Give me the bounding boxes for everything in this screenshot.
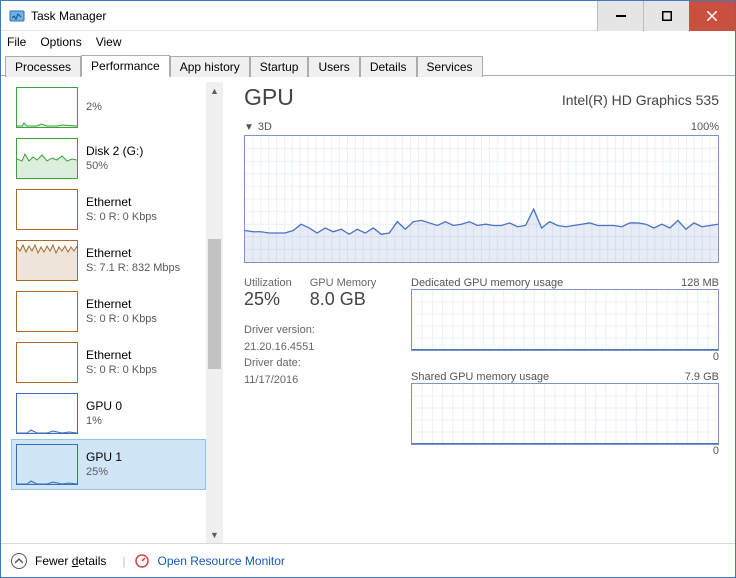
sidebar-item-sub: S: 7.1 R: 832 Mbps	[86, 261, 180, 275]
sidebar-thumb	[16, 240, 78, 281]
dedicated-mem-chart: Dedicated GPU memory usage 128 MB 0	[411, 277, 719, 363]
scroll-track[interactable]	[206, 99, 223, 526]
page-title: GPU	[244, 84, 294, 111]
scroll-up-icon[interactable]: ▲	[206, 82, 223, 99]
gpu-mem-label: GPU Memory	[310, 277, 377, 289]
menu-options[interactable]: Options	[40, 35, 81, 49]
sidebar-thumb	[16, 393, 78, 434]
sidebar-item-sub: 1%	[86, 414, 122, 428]
sidebar-item-title: Ethernet	[86, 246, 180, 262]
menu-file[interactable]: File	[7, 35, 26, 49]
tab-app-history[interactable]: App history	[170, 56, 250, 77]
sidebar-item-sub: S: 0 R: 0 Kbps	[86, 312, 157, 326]
detail-panel: GPU Intel(R) HD Graphics 535 ▼3D 100% Ut…	[226, 76, 735, 543]
close-button[interactable]	[689, 1, 735, 31]
dedicated-max: 128 MB	[681, 277, 719, 289]
chevron-down-icon: ▼	[244, 122, 254, 133]
minimize-button[interactable]	[597, 1, 643, 31]
sidebar-thumb	[16, 444, 78, 485]
maximize-button[interactable]	[643, 1, 689, 31]
sidebar-thumb	[16, 291, 78, 332]
sidebar-item-title: Ethernet	[86, 195, 157, 211]
chart-3d-max: 100%	[691, 121, 719, 133]
stats-block: Utilization 25% GPU Memory 8.0 GB Driver…	[244, 277, 399, 465]
tab-processes[interactable]: Processes	[5, 56, 81, 77]
sidebar-item-Disk 2 (G:)-1[interactable]: Disk 2 (G:)50%	[11, 133, 206, 184]
sidebar-item-Ethernet-3[interactable]: EthernetS: 7.1 R: 832 Mbps	[11, 235, 206, 286]
driver-date-value: 11/17/2016	[244, 372, 399, 389]
gpu-device-name: Intel(R) HD Graphics 535	[562, 92, 719, 108]
driver-version-value: 21.20.16.4551	[244, 339, 399, 356]
sidebar-item-sub: 2%	[86, 100, 102, 114]
resmon-icon	[134, 553, 150, 569]
scroll-thumb[interactable]	[208, 239, 221, 369]
sidebar-item-sub: S: 0 R: 0 Kbps	[86, 210, 157, 224]
sidebar-thumb	[16, 87, 78, 128]
gpu-mem-value: 8.0 GB	[310, 289, 377, 310]
sidebar-thumb	[16, 138, 78, 179]
sidebar-item-title: Ethernet	[86, 297, 157, 313]
sidebar-item-entry-0[interactable]: 2%	[11, 82, 206, 133]
tab-performance[interactable]: Performance	[81, 55, 170, 77]
util-label: Utilization	[244, 277, 292, 289]
chart-3d-label[interactable]: ▼3D	[244, 121, 272, 133]
menu-view[interactable]: View	[96, 35, 122, 49]
sidebar-item-Ethernet-2[interactable]: EthernetS: 0 R: 0 Kbps	[11, 184, 206, 235]
sidebar-wrap: 2%Disk 2 (G:)50%EthernetS: 0 R: 0 KbpsEt…	[1, 76, 226, 543]
sidebar-thumb	[16, 342, 78, 383]
dedicated-label: Dedicated GPU memory usage	[411, 277, 563, 289]
shared-max: 7.9 GB	[685, 371, 719, 383]
tabstrip: Processes Performance App history Startu…	[1, 52, 735, 76]
chart-3d	[244, 135, 719, 263]
driver-date-label: Driver date:	[244, 355, 399, 372]
footer: Fewer details | Open Resource Monitor	[1, 543, 735, 577]
sidebar-item-title: GPU 0	[86, 399, 122, 415]
window-title: Task Manager	[31, 9, 597, 23]
sidebar-item-sub: 50%	[86, 159, 143, 173]
shared-mem-chart: Shared GPU memory usage 7.9 GB 0	[411, 371, 719, 457]
sidebar-item-sub: S: 0 R: 0 Kbps	[86, 363, 157, 377]
util-value: 25%	[244, 289, 292, 310]
sidebar-item-GPU 1-7[interactable]: GPU 125%	[11, 439, 206, 490]
sidebar-item-title: Ethernet	[86, 348, 157, 364]
sidebar-item-GPU 0-6[interactable]: GPU 01%	[11, 388, 206, 439]
sidebar-thumb	[16, 189, 78, 230]
menubar: File Options View	[1, 31, 735, 52]
scroll-down-icon[interactable]: ▼	[206, 526, 223, 543]
open-resource-monitor-link[interactable]: Open Resource Monitor	[158, 554, 285, 568]
tab-services[interactable]: Services	[417, 56, 483, 77]
main-split: 2%Disk 2 (G:)50%EthernetS: 0 R: 0 KbpsEt…	[1, 76, 735, 543]
sidebar-item-sub: 25%	[86, 465, 122, 479]
sidebar-scrollbar[interactable]: ▲ ▼	[206, 82, 223, 543]
sidebar-item-title: Disk 2 (G:)	[86, 144, 143, 160]
driver-version-label: Driver version:	[244, 322, 399, 339]
sidebar: 2%Disk 2 (G:)50%EthernetS: 0 R: 0 KbpsEt…	[11, 82, 206, 543]
shared-label: Shared GPU memory usage	[411, 371, 549, 383]
app-icon	[9, 8, 25, 24]
fewer-details-link[interactable]: Fewer details	[35, 554, 106, 568]
titlebar: Task Manager	[1, 1, 735, 31]
tab-startup[interactable]: Startup	[250, 56, 309, 77]
chevron-up-icon[interactable]	[11, 553, 27, 569]
dedicated-zero: 0	[411, 351, 719, 363]
shared-zero: 0	[411, 445, 719, 457]
sidebar-item-Ethernet-5[interactable]: EthernetS: 0 R: 0 Kbps	[11, 337, 206, 388]
tab-users[interactable]: Users	[308, 56, 359, 77]
tab-details[interactable]: Details	[360, 56, 417, 77]
sidebar-item-Ethernet-4[interactable]: EthernetS: 0 R: 0 Kbps	[11, 286, 206, 337]
sidebar-item-title: GPU 1	[86, 450, 122, 466]
